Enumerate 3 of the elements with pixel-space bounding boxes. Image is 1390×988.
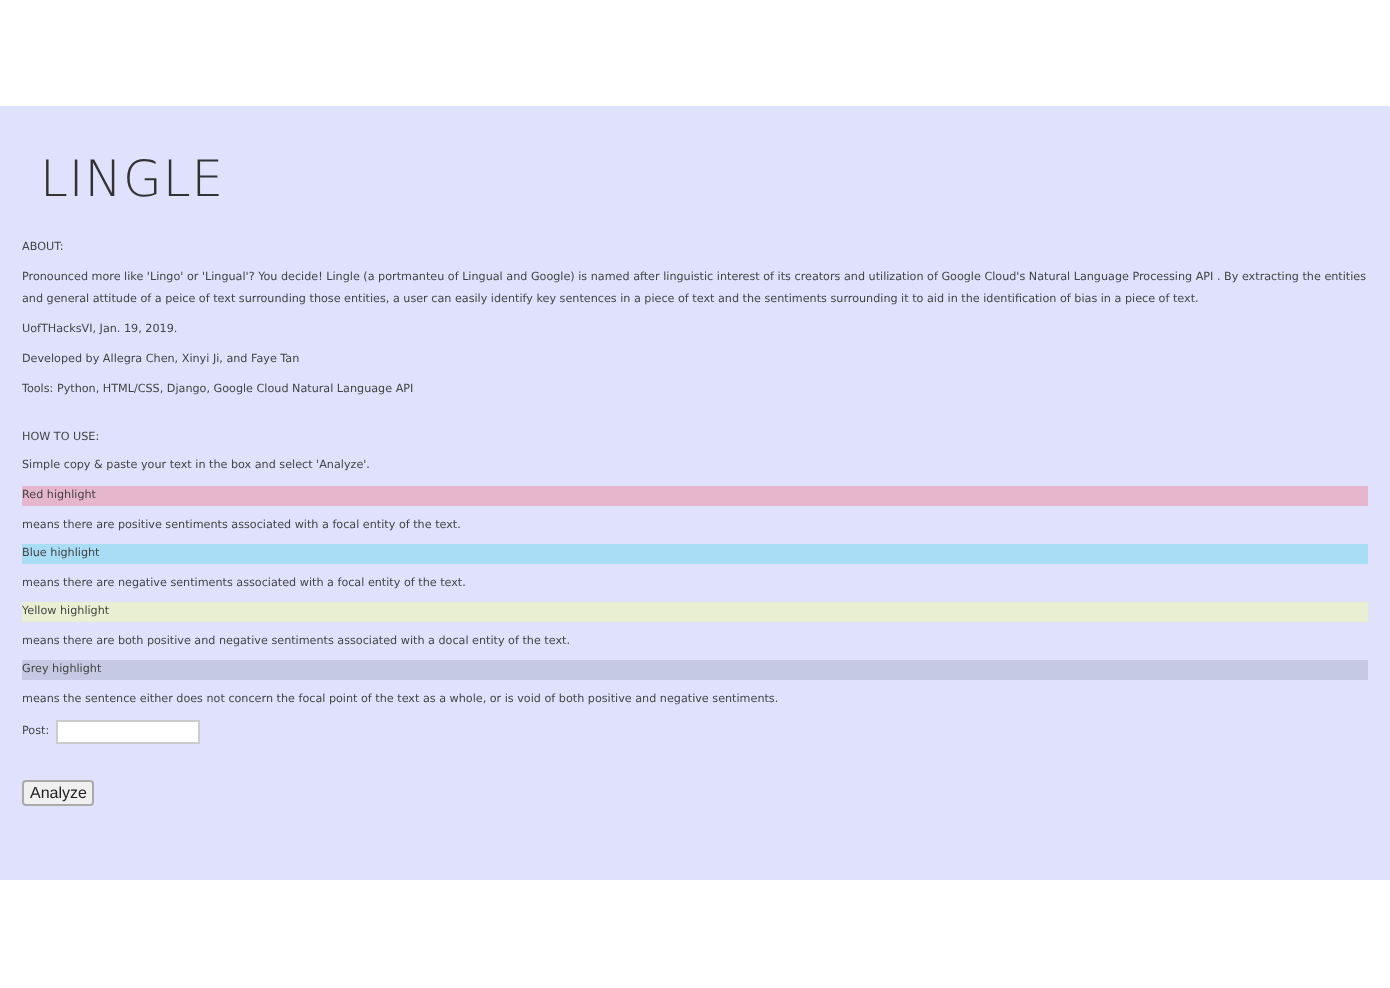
- post-input-field[interactable]: [55, 719, 200, 743]
- analyze-button[interactable]: Analyze: [22, 779, 95, 805]
- app-title: LINGLE: [38, 148, 227, 210]
